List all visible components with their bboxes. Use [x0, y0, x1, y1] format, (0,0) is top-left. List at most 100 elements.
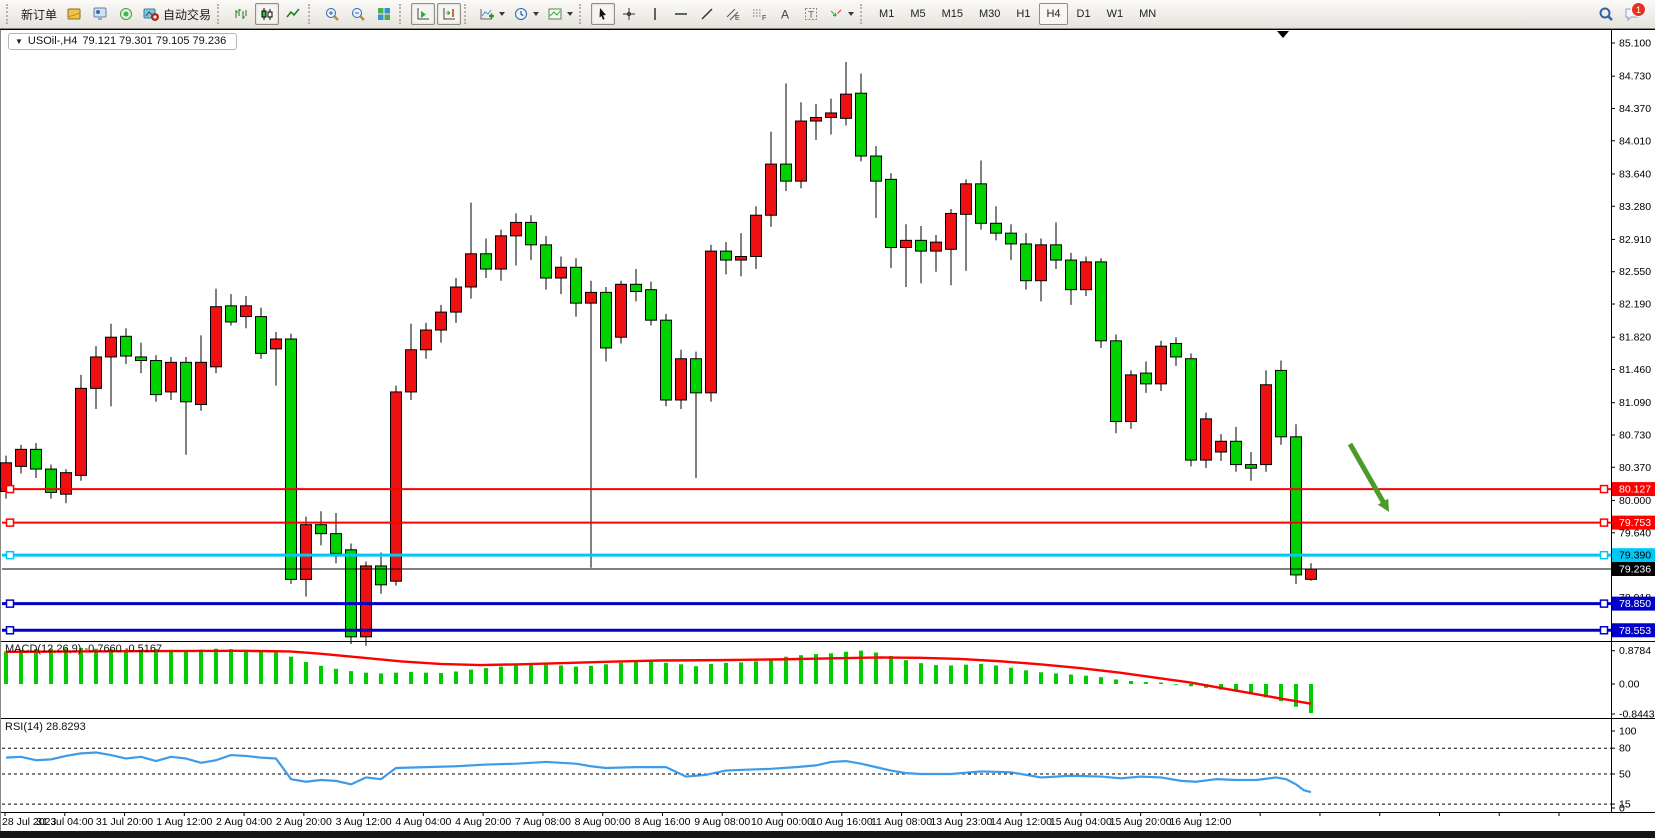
zoom_out: [350, 6, 366, 22]
zoom-in-icon[interactable]: [320, 3, 344, 25]
line-handle[interactable]: [1601, 627, 1608, 634]
candle-body: [61, 473, 72, 495]
fibonacci-icon[interactable]: F: [747, 3, 771, 25]
candle-body: [526, 222, 537, 244]
candle-body: [151, 361, 162, 395]
timeframe-m5[interactable]: M5: [903, 3, 932, 25]
new-chart-icon[interactable]: [62, 3, 86, 25]
navigator-icon[interactable]: [114, 3, 138, 25]
candle-body: [136, 357, 147, 361]
chart_bars: [233, 6, 249, 22]
svg-text:81.820: 81.820: [1619, 332, 1651, 344]
auto-scroll-icon[interactable]: [411, 3, 435, 25]
candle-body: [391, 392, 402, 581]
candle-body: [541, 245, 552, 278]
trade-group: 新订单 自动交易: [17, 0, 215, 29]
line-handle[interactable]: [1601, 552, 1608, 559]
candle-body: [676, 359, 687, 400]
candlestick-chart-icon[interactable]: [255, 3, 279, 25]
svg-text:81.090: 81.090: [1619, 397, 1651, 409]
text-label-icon[interactable]: T: [799, 3, 823, 25]
candle-body: [1261, 385, 1272, 465]
line-chart-icon[interactable]: [281, 3, 305, 25]
symbol-dropdown-icon[interactable]: ▼: [15, 37, 23, 46]
vertical-line-icon[interactable]: [643, 3, 667, 25]
svg-text:14 Aug 12:00: 14 Aug 12:00: [990, 816, 1052, 828]
chart-shift-icon[interactable]: [437, 3, 461, 25]
timeframe-h1[interactable]: H1: [1009, 3, 1037, 25]
candle-body: [331, 534, 342, 554]
market-watch-icon[interactable]: [88, 3, 112, 25]
timeframe-m1[interactable]: M1: [872, 3, 901, 25]
zoom-out-icon[interactable]: [346, 3, 370, 25]
timeframe-w1[interactable]: W1: [1100, 3, 1131, 25]
chart-title[interactable]: ▼ USOil-,H4 79.121 79.301 79.105 79.236: [8, 33, 237, 50]
candle-body: [646, 290, 657, 320]
candle-body: [751, 215, 762, 256]
arrows: [828, 6, 844, 22]
toolbar-grip: [6, 4, 13, 24]
candle-body: [796, 121, 807, 181]
cursor-icon[interactable]: [591, 3, 615, 25]
bar-chart-icon[interactable]: [229, 3, 253, 25]
textT: T: [803, 6, 819, 22]
line-handle[interactable]: [1601, 486, 1608, 493]
svg-text:F: F: [762, 15, 766, 22]
timeframe-h4[interactable]: H4: [1039, 3, 1067, 25]
line-handle[interactable]: [7, 519, 14, 526]
channel-icon[interactable]: E: [721, 3, 745, 25]
toolbar-right: 1: [1593, 3, 1655, 25]
dropdown-caret-icon[interactable]: [533, 12, 539, 16]
svg-text:0.8784: 0.8784: [1619, 645, 1651, 657]
clock: [513, 6, 529, 22]
price-tag-label: 79.753: [1619, 517, 1651, 529]
horizontal-line-icon[interactable]: [669, 3, 693, 25]
notification-badge: 1: [1631, 2, 1646, 17]
dropdown-caret-icon[interactable]: [499, 12, 505, 16]
crosshair-icon[interactable]: [617, 3, 641, 25]
svg-text:8 Aug 16:00: 8 Aug 16:00: [634, 816, 690, 828]
line-handle[interactable]: [1601, 600, 1608, 607]
templates-icon[interactable]: [544, 3, 576, 25]
candle-body: [226, 306, 237, 322]
bottom-strip: [0, 831, 1655, 838]
dropdown-caret-icon[interactable]: [567, 12, 573, 16]
new-order-button[interactable]: 新订单: [18, 3, 60, 25]
timeframe-d1[interactable]: D1: [1070, 3, 1098, 25]
price-tag-label: 79.236: [1619, 564, 1651, 576]
search-icon[interactable]: [1594, 3, 1618, 25]
candle-body: [691, 359, 702, 393]
candle-body: [196, 362, 207, 404]
dropdown-caret-icon[interactable]: [848, 12, 854, 16]
svg-text:A: A: [781, 8, 789, 22]
svg-text:15 Aug 20:00: 15 Aug 20:00: [1110, 816, 1172, 828]
autotrade: [143, 6, 159, 22]
candle-body: [886, 179, 897, 247]
svg-text:7 Aug 08:00: 7 Aug 08:00: [515, 816, 571, 828]
chat-icon[interactable]: 1: [1620, 3, 1644, 25]
periods-icon[interactable]: [510, 3, 542, 25]
svg-text:80: 80: [1619, 743, 1631, 755]
text-icon[interactable]: A: [773, 3, 797, 25]
trendline-icon[interactable]: [695, 3, 719, 25]
line-handle[interactable]: [7, 627, 14, 634]
timeframe-m30[interactable]: M30: [972, 3, 1007, 25]
price-tag-label: 80.127: [1619, 484, 1651, 496]
timeframe-mn[interactable]: MN: [1132, 3, 1163, 25]
line-handle[interactable]: [7, 600, 14, 607]
candle-body: [1126, 375, 1137, 422]
line-handle[interactable]: [1601, 519, 1608, 526]
tile-windows-icon[interactable]: [372, 3, 396, 25]
svg-text:80.000: 80.000: [1619, 495, 1651, 507]
auto-trading-button[interactable]: 自动交易: [140, 3, 214, 25]
indicators-icon[interactable]: [476, 3, 508, 25]
line-handle[interactable]: [7, 486, 14, 493]
arrows-icon[interactable]: [825, 3, 857, 25]
svg-text:E: E: [735, 15, 740, 22]
toolbar-grip: [217, 4, 224, 24]
timeframe-m15[interactable]: M15: [935, 3, 970, 25]
price-tag-label: 79.390: [1619, 550, 1651, 562]
svg-text:-0.8443: -0.8443: [1619, 709, 1655, 721]
line-handle[interactable]: [7, 552, 14, 559]
ohlc-readout: 79.121 79.301 79.105 79.236: [82, 35, 226, 47]
